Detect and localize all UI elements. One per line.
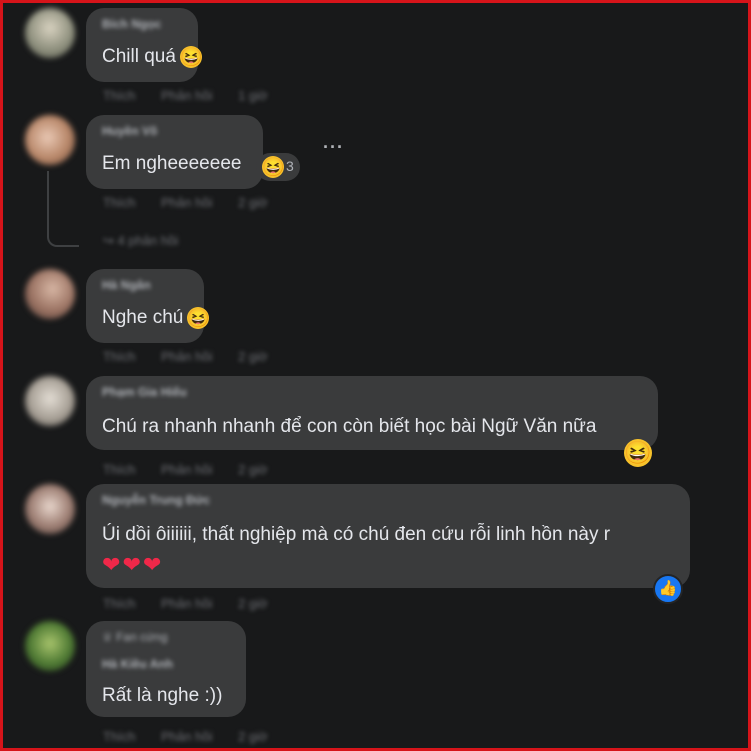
thread-line <box>47 171 79 247</box>
comment-author[interactable]: Nguyễn Trung Đức <box>102 493 210 507</box>
comment-text: Chú ra nhanh nhanh để con còn biết học b… <box>102 416 597 437</box>
comment-author[interactable]: Huyền Võ <box>102 124 157 138</box>
like-icon[interactable]: 👍 <box>653 574 683 604</box>
comment-time[interactable]: 2 giờ <box>238 195 268 210</box>
like-action[interactable]: Thích <box>103 88 136 103</box>
comment-text-content: Em ngheeeeeee <box>102 153 242 174</box>
heart-emojis: ❤❤❤ <box>102 552 163 578</box>
comment-time[interactable]: 1 giờ <box>238 88 268 103</box>
comment-time[interactable]: 2 giờ <box>238 729 268 744</box>
reply-action[interactable]: Phản hồi <box>161 729 212 744</box>
comments-screenshot: Bích Ngọc Chill quá 😆 Thích Phản hồi 1 gi… <box>0 0 751 751</box>
replies-label: 4 phản hồi <box>117 233 179 248</box>
avatar[interactable] <box>25 621 75 671</box>
comment-actions: Thích Phản hồi 2 giờ <box>103 729 290 744</box>
comment-text: Nghe chú 😆 <box>102 307 210 329</box>
comment-text: Úi dồi ôiiiiii, thất nghiệp mà có chú đe… <box>102 524 611 545</box>
comment-text: Rất là nghe :)) <box>102 685 223 706</box>
like-action[interactable]: Thích <box>103 349 136 364</box>
fan-badge-label: Fan cứng <box>116 630 168 644</box>
more-options-icon[interactable]: ··· <box>323 137 344 158</box>
comment-actions: Thích Phản hồi 2 giờ <box>103 462 290 477</box>
laughing-emoji-icon: 😆 <box>262 156 285 178</box>
comment-author[interactable]: Bích Ngọc <box>102 17 161 31</box>
heart-icon: ❤ <box>142 552 162 577</box>
like-action[interactable]: Thích <box>103 462 136 477</box>
laughing-emoji-icon: 😆 <box>187 307 210 329</box>
avatar[interactable] <box>25 269 75 319</box>
avatar[interactable] <box>25 8 75 58</box>
trophy-icon: ♕ <box>102 630 117 644</box>
like-action[interactable]: Thích <box>103 596 136 611</box>
fan-badge: ♕ Fan cứng <box>102 630 168 644</box>
laughing-emoji-icon: 😆 <box>179 46 203 68</box>
comment-bubble: Phạm Gia Hiếu Chú ra nhanh nhanh để con … <box>86 376 658 450</box>
avatar[interactable] <box>25 484 75 534</box>
reply-action[interactable]: Phản hồi <box>161 596 212 611</box>
heart-icon: ❤ <box>102 552 121 577</box>
reply-action[interactable]: Phản hồi <box>161 195 212 210</box>
comment-actions: Thích Phản hồi 2 giờ <box>103 349 290 364</box>
reply-action[interactable]: Phản hồi <box>161 462 212 477</box>
reaction-count: 3 <box>286 157 294 174</box>
reply-arrow-icon: ↪ <box>103 233 118 248</box>
comment-bubble: Hà Ngân Nghe chú 😆 <box>86 269 210 343</box>
comment-bubble: Nguyễn Trung Đức Úi dồi ôiiiiii, thất ng… <box>86 484 690 588</box>
laughing-emoji-icon: 😆 <box>624 439 652 467</box>
comment-time[interactable]: 2 giờ <box>238 462 268 477</box>
comment-author[interactable]: Hà Kiều Anh <box>102 657 173 671</box>
comment-bubble: ♕ Fan cứng Hà Kiều Anh Rất là nghe :)) <box>86 621 246 717</box>
like-action[interactable]: Thích <box>103 195 136 210</box>
comment-text-content: Chill quá <box>102 46 176 68</box>
comment-time[interactable]: 2 giờ <box>238 349 268 364</box>
reply-action[interactable]: Phản hồi <box>161 88 212 103</box>
heart-icon: ❤ <box>122 552 141 577</box>
comment-bubble: Bích Ngọc Chill quá 😆 <box>86 8 202 82</box>
comment-actions: Thích Phản hồi 2 giờ <box>103 596 290 611</box>
comment-actions: Thích Phản hồi 2 giờ <box>103 195 290 210</box>
comment-author[interactable]: Hà Ngân <box>102 278 151 292</box>
reply-action[interactable]: Phản hồi <box>161 349 212 364</box>
comment-text: Chill quá 😆 <box>102 46 202 68</box>
avatar[interactable] <box>25 115 75 165</box>
avatar[interactable] <box>25 376 75 426</box>
reaction-summary[interactable]: 😆 3 <box>256 153 300 181</box>
comment-time[interactable]: 2 giờ <box>238 596 268 611</box>
comment-text-content: Nghe chú <box>102 307 184 329</box>
comment-actions: Thích Phản hồi 1 giờ <box>103 88 290 103</box>
view-replies-link[interactable]: ↪ 4 phản hồi <box>103 233 178 249</box>
comment-text: Em ngheeeeeee <box>102 153 241 175</box>
comment-author[interactable]: Phạm Gia Hiếu <box>102 385 187 399</box>
comment-bubble: Huyền Võ Em ngheeeeeee <box>86 115 263 189</box>
like-action[interactable]: Thích <box>103 729 136 744</box>
